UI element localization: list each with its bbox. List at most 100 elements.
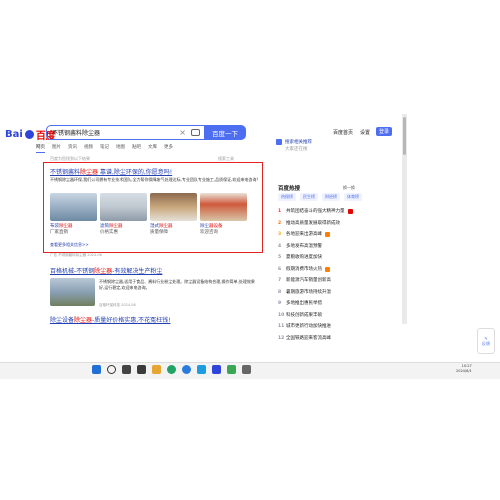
hot-search-item[interactable]: 3 各地迎来出游高峰 [278, 229, 353, 241]
hot-search-rank: 2 [278, 220, 282, 226]
search-icon[interactable] [107, 365, 116, 374]
hot-search-list: 1 共筑团结奋斗的强大精神力量 2 推动高质量发展取得新成效 3 各地迎来出游高峰 4 多地发… [278, 206, 353, 344]
hot-search-rank: 7 [278, 278, 282, 283]
tab-tieba[interactable]: 贴吧 [132, 144, 141, 153]
chip-1[interactable]: 热搜榜 [278, 193, 296, 201]
hot-search-item[interactable]: 10 科技创新成果丰硕 [278, 310, 353, 322]
result-2-title-keyword: 除尘器 [94, 268, 113, 275]
tab-more[interactable]: 更多 [164, 144, 173, 153]
settings-icon[interactable] [242, 365, 251, 374]
search-input[interactable]: 不锈钢酱料除尘器 × [46, 125, 204, 140]
ad-item-2-sub: 价格实惠 [100, 230, 118, 235]
chip-3[interactable]: 财经榜 [322, 193, 340, 201]
task-view-icon[interactable] [122, 365, 131, 374]
hot-search-text: 新能源汽车销量创新高 [286, 278, 331, 283]
hot-tag-icon [347, 209, 353, 215]
hot-search-text: 夏粮收购进度加快 [286, 255, 322, 260]
ad-thumb-3[interactable] [150, 193, 197, 221]
search-button[interactable]: 百度一下 [204, 125, 246, 140]
refresh-button[interactable]: 换一换 [343, 185, 355, 191]
ad-item-3[interactable]: 湿式除尘器 质量保障 [150, 224, 173, 236]
hot-search-item[interactable]: 4 多地发布高温预警 [278, 241, 353, 253]
ad-item-4-sub: 欢迎咨询 [200, 230, 218, 235]
ad-title-prefix: 不锈钢酱料 [50, 169, 81, 176]
tab-videos[interactable]: 视频 [84, 144, 93, 153]
ad-item-2-a: 滤筒 [100, 224, 109, 229]
hot-search-item[interactable]: 7 新能源汽车销量创新高 [278, 275, 353, 287]
hot-search-chips: 热搜榜 民生榜 财经榜 体育榜 [278, 193, 362, 201]
logo-text-bai: Bai [5, 128, 23, 140]
feedback-button[interactable]: ✎ 反馈 [477, 328, 495, 354]
hot-search-rank: 8 [278, 289, 282, 295]
app-icon[interactable] [212, 365, 221, 374]
result-2-thumbnail[interactable] [50, 278, 95, 306]
header-link-home[interactable]: 百度首页 [333, 129, 353, 136]
hot-search-text: 城市更新行动加快推进 [286, 324, 331, 329]
ad-item-1[interactable]: 布袋除尘器 厂家直销 [50, 224, 73, 236]
scrollbar-thumb[interactable] [403, 117, 406, 155]
ad-item-4[interactable]: 除尘器设备 欢迎咨询 [200, 224, 223, 236]
ad-thumb-2[interactable] [100, 193, 147, 221]
hot-search-item[interactable]: 2 推动高质量发展取得新成效 [278, 218, 353, 230]
tab-maps[interactable]: 地图 [116, 144, 125, 153]
ad-item-1-a: 布袋 [50, 224, 59, 229]
system-clock[interactable]: 10:27 2024/6/1 [456, 364, 472, 374]
file-explorer-icon[interactable] [152, 365, 161, 374]
hot-search-item[interactable]: 11 城市更新行动加快推进 [278, 321, 353, 333]
login-button[interactable]: 登录 [376, 127, 392, 136]
ad-thumb-4[interactable] [200, 193, 247, 221]
hot-search-text: 全国铁路迎来客流高峰 [286, 335, 331, 341]
recommend-link[interactable]: 搜索相关推荐 [285, 139, 312, 145]
result-2-title-link[interactable]: 百格机械-不锈钢除尘器-有效解决生产粉尘 [50, 266, 162, 275]
hot-search-item[interactable]: 5 夏粮收购进度加快 [278, 252, 353, 264]
recommend-sub: 大家还在搜 [285, 147, 308, 152]
hot-tag-icon [325, 232, 330, 238]
hot-search-item[interactable]: 1 共筑团结奋斗的强大精神力量 [278, 206, 353, 218]
ad-item-4-b: 器设备 [209, 224, 223, 229]
tab-web[interactable]: 网页 [36, 144, 45, 153]
hot-search-text: 多地推出惠民举措 [286, 301, 322, 306]
ad-item-2[interactable]: 滤筒除尘器 价格实惠 [100, 224, 123, 236]
ad-item-1-sub: 厂家直销 [50, 230, 68, 235]
start-icon[interactable] [92, 365, 101, 374]
header-link-settings[interactable]: 设置 [360, 129, 370, 136]
tab-images[interactable]: 图片 [52, 144, 61, 153]
ad-item-3-sub: 质量保障 [150, 230, 168, 235]
ad-more-link[interactable]: 查看更多相关信息>> [50, 242, 89, 248]
chip-2[interactable]: 民生榜 [300, 193, 318, 201]
search-tabs: 网页 图片 资讯 视频 笔记 地图 贴吧 文库 更多 [36, 144, 173, 153]
clear-icon[interactable]: × [179, 128, 186, 137]
edge-icon[interactable] [182, 365, 191, 374]
tab-notes[interactable]: 笔记 [100, 144, 109, 153]
hot-search-text: 假期消费市场火热 [286, 266, 322, 272]
hot-search-rank: 4 [278, 243, 282, 249]
recommend-icon [276, 139, 282, 145]
camera-icon[interactable] [191, 129, 200, 136]
store-icon[interactable] [197, 365, 206, 374]
hot-search-rank: 9 [278, 301, 282, 306]
hot-search-item[interactable]: 6 假期消费市场火热 [278, 264, 353, 276]
wechat-icon[interactable] [227, 365, 236, 374]
hot-search-item[interactable]: 9 多地推出惠民举措 [278, 298, 353, 310]
result-3-title-keyword: 除尘器 [74, 317, 93, 324]
feedback-label: 反馈 [482, 340, 490, 346]
tab-news[interactable]: 资讯 [68, 144, 77, 153]
tab-wenku[interactable]: 文库 [148, 144, 157, 153]
widgets-icon[interactable] [137, 365, 146, 374]
hot-search-rank: 5 [278, 255, 282, 260]
result-3-title-link[interactable]: 除尘设备除尘器-质量好价格实惠,不花冤枉钱! [50, 315, 171, 324]
hot-search-text: 推动高质量发展取得新成效 [286, 220, 340, 226]
ad-title-link[interactable]: 不锈钢酱料除尘器 靠谱,除尘环保的,你愿意吗! [50, 167, 172, 176]
hot-search-text: 科技创新成果丰硕 [286, 312, 322, 318]
hot-search-rank: 11 [278, 324, 285, 329]
chip-4[interactable]: 体育榜 [344, 193, 362, 201]
result-2-title-suffix: -有效解决生产粉尘 [112, 268, 163, 275]
hot-search-text: 暑期旅游市场持续升温 [286, 289, 331, 295]
ad-item-2-b: 除尘器 [109, 224, 123, 229]
hot-search-item[interactable]: 8 暑期旅游市场持续升温 [278, 287, 353, 299]
paw-icon [24, 129, 34, 139]
ad-thumb-1[interactable] [50, 193, 97, 221]
browser-icon[interactable] [167, 365, 176, 374]
taskbar-icons [92, 365, 251, 374]
hot-search-item[interactable]: 12 全国铁路迎来客流高峰 [278, 333, 353, 345]
